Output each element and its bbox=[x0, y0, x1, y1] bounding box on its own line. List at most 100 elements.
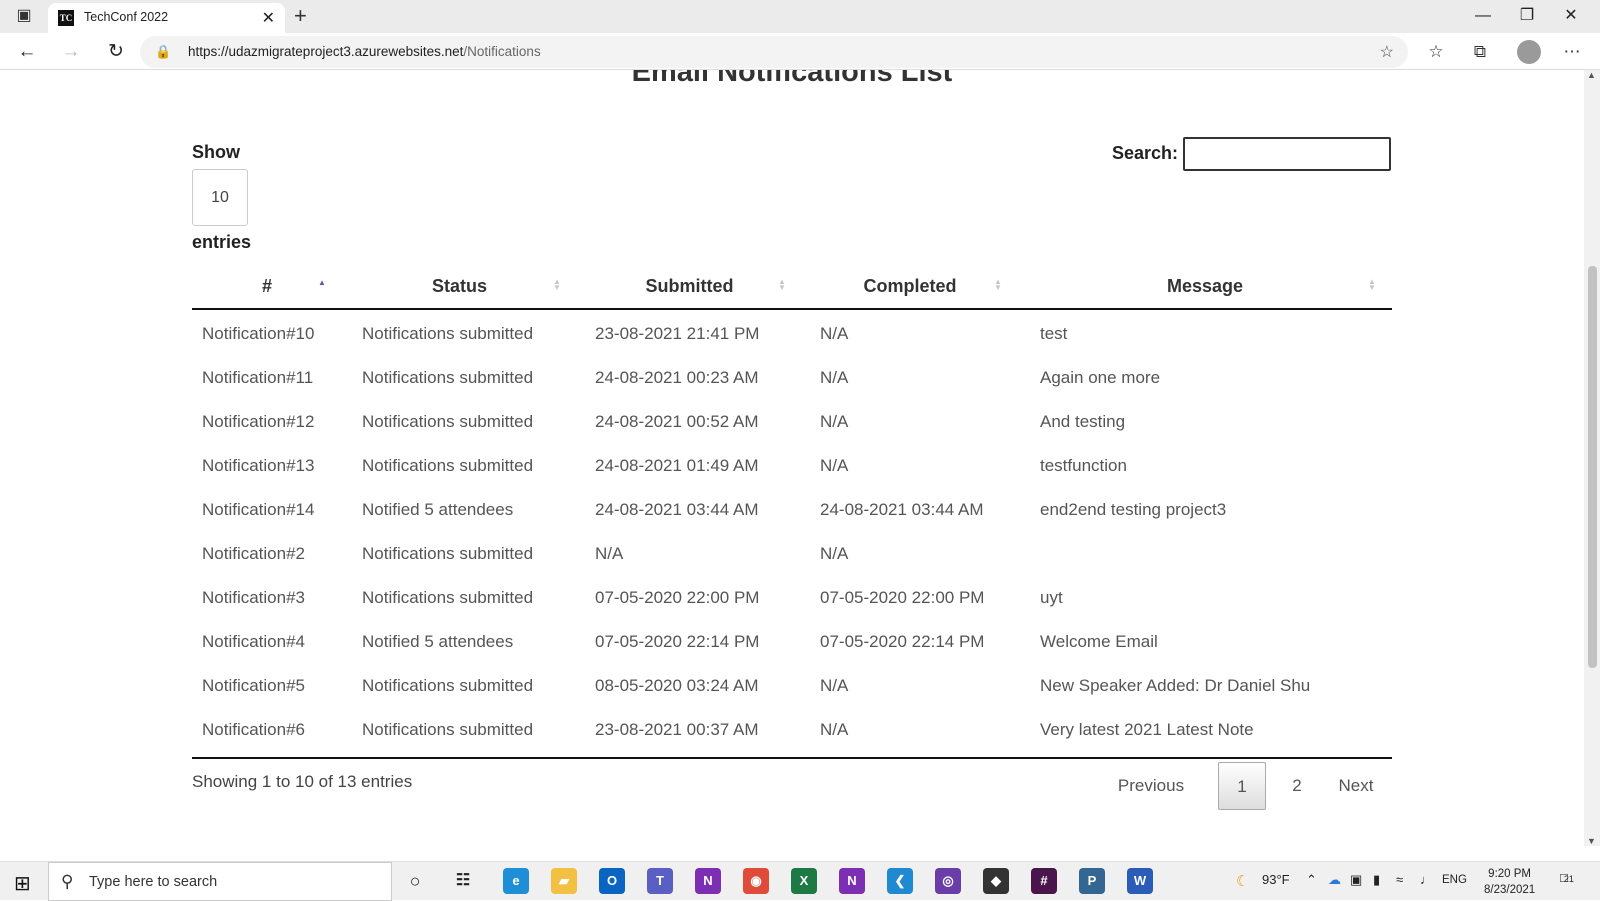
lock-icon[interactable]: 🔒 bbox=[155, 44, 171, 60]
browser-tab[interactable]: TC TechConf 2022 ✕ bbox=[48, 3, 285, 33]
page-title: Email Notifications List bbox=[631, 70, 953, 88]
table-row[interactable]: Notification#4 Notified 5 attendees 07-05-… bbox=[192, 620, 1392, 664]
minimize-icon[interactable]: — bbox=[1468, 5, 1498, 27]
column-header-submitted[interactable]: Submitted bbox=[577, 260, 802, 310]
more-menu-icon[interactable]: ⋯ bbox=[1558, 39, 1586, 65]
sort-arrows-icon[interactable]: ▲ ▼ bbox=[553, 278, 561, 292]
clock-date: 8/23/2021 bbox=[1484, 884, 1536, 896]
table-row[interactable]: Notification#11 Notifications submitted 24… bbox=[192, 356, 1392, 400]
onenote-icon[interactable]: N bbox=[695, 868, 721, 894]
teams-icon[interactable]: T bbox=[647, 868, 673, 894]
url-text[interactable]: https://udazmigrateproject3.azurewebsite… bbox=[188, 44, 541, 59]
sort-arrows-icon[interactable]: ▲ ▼ bbox=[1368, 278, 1376, 292]
profile-avatar[interactable] bbox=[1517, 40, 1541, 64]
page-2-button[interactable]: 2 bbox=[1282, 762, 1312, 810]
page-scrollbar[interactable]: ▲ ▼ bbox=[1584, 70, 1600, 846]
close-window-icon[interactable]: ✕ bbox=[1556, 5, 1586, 27]
cell-message: test bbox=[1040, 324, 1068, 343]
wifi-icon[interactable]: ≈ bbox=[1396, 872, 1403, 887]
cell-id: Notification#4 bbox=[202, 632, 306, 651]
volume-muted-icon[interactable]: ♩ bbox=[1420, 872, 1433, 887]
onenote-icon[interactable]: N bbox=[839, 868, 865, 894]
cell-message: Again one more bbox=[1040, 368, 1161, 387]
unity-icon[interactable]: ◆ bbox=[983, 868, 1009, 894]
refresh-icon[interactable]: ↻ bbox=[103, 39, 129, 65]
previous-button[interactable]: Previous bbox=[1110, 762, 1192, 810]
sort-arrows-icon[interactable]: ▲ bbox=[318, 279, 326, 287]
sort-arrows-icon[interactable]: ▲ ▼ bbox=[778, 278, 786, 292]
sort-arrows-icon[interactable]: ▲ ▼ bbox=[994, 278, 1002, 292]
cell-submitted: 24-08-2021 00:52 AM bbox=[595, 412, 759, 431]
column-header-completed[interactable]: Completed bbox=[802, 260, 1018, 310]
table-header: # ▲ Status ▲ ▼ Submitted ▲ ▼ Completed ▲ ▼ Message ▲… bbox=[192, 260, 1392, 310]
search-input[interactable] bbox=[1183, 137, 1391, 171]
table-row[interactable]: Notification#10 Notifications submitted 23… bbox=[192, 312, 1392, 356]
taskbar-search-placeholder: Type here to search bbox=[89, 874, 218, 890]
windows-start-icon[interactable]: ⊞ bbox=[14, 871, 31, 896]
file-explorer-icon[interactable]: ▰ bbox=[551, 868, 577, 894]
postgres-icon[interactable]: P bbox=[1079, 868, 1105, 894]
cell-submitted: 23-08-2021 21:41 PM bbox=[595, 324, 760, 343]
github-icon[interactable]: ◎ bbox=[935, 868, 961, 894]
task-view-icon[interactable]: ☷ bbox=[450, 868, 476, 894]
new-tab-icon[interactable]: + bbox=[294, 4, 307, 28]
restore-icon[interactable]: ❐ bbox=[1512, 5, 1542, 27]
scroll-thumb[interactable] bbox=[1588, 266, 1597, 668]
weather-temp[interactable]: 93°F bbox=[1262, 872, 1290, 887]
taskbar-clock[interactable]: 9:20 PM 8/23/2021 bbox=[1484, 866, 1535, 898]
cell-id: Notification#10 bbox=[202, 324, 315, 343]
excel-icon[interactable]: X bbox=[791, 868, 817, 894]
show-hidden-icons-icon[interactable]: ⌃ bbox=[1306, 872, 1317, 888]
table-row[interactable]: Notification#2 Notifications submitted N/A… bbox=[192, 532, 1392, 576]
back-icon[interactable]: ← bbox=[14, 39, 40, 65]
onedrive-icon[interactable]: ☁ bbox=[1328, 872, 1341, 888]
cell-completed: 07-05-2020 22:00 PM bbox=[820, 588, 985, 607]
cell-id: Notification#13 bbox=[202, 456, 315, 475]
table-info: Showing 1 to 10 of 13 entries bbox=[192, 772, 413, 791]
next-button[interactable]: Next bbox=[1328, 762, 1384, 810]
cell-message: New Speaker Added: Dr Daniel Shu bbox=[1040, 676, 1311, 695]
table-row[interactable]: Notification#13 Notifications submitted 24… bbox=[192, 444, 1392, 488]
language-indicator[interactable]: ENG bbox=[1442, 874, 1467, 886]
slack-icon[interactable]: # bbox=[1031, 868, 1057, 894]
notification-center-icon[interactable]: □21 bbox=[1560, 870, 1574, 885]
cortana-icon[interactable]: ○ bbox=[402, 868, 428, 894]
table-row[interactable]: Notification#6 Notifications submitted 23-… bbox=[192, 708, 1392, 752]
table-row[interactable]: Notification#5 Notifications submitted 08-… bbox=[192, 664, 1392, 708]
weather-icon[interactable]: ☾ bbox=[1236, 872, 1249, 890]
add-favorite-icon[interactable]: ☆ bbox=[1380, 42, 1394, 62]
cell-message: And testing bbox=[1040, 412, 1126, 431]
tab-close-icon[interactable]: ✕ bbox=[262, 8, 275, 28]
battery-icon[interactable]: ▮ bbox=[1373, 872, 1380, 888]
chrome-icon[interactable]: ◉ bbox=[743, 868, 769, 894]
page-1-button[interactable]: 1 bbox=[1218, 762, 1266, 810]
cell-submitted: 07-05-2020 22:14 PM bbox=[595, 632, 760, 651]
tab-actions-icon[interactable]: ▣ bbox=[12, 6, 36, 26]
taskbar-search[interactable]: ⚲ Type here to search bbox=[48, 862, 392, 901]
cell-status: Notifications submitted bbox=[362, 412, 534, 431]
table-row[interactable]: Notification#3 Notifications submitted 07-… bbox=[192, 576, 1392, 620]
cell-id: Notification#3 bbox=[202, 588, 306, 607]
entries-per-page-select[interactable]: 10 bbox=[192, 169, 248, 226]
scroll-down-icon[interactable]: ▼ bbox=[1587, 836, 1596, 846]
cell-id: Notification#6 bbox=[202, 720, 306, 739]
column-header-message[interactable]: Message bbox=[1018, 260, 1392, 310]
word-icon[interactable]: W bbox=[1127, 868, 1153, 894]
cell-completed: N/A bbox=[820, 720, 849, 739]
cell-submitted: 24-08-2021 00:23 AM bbox=[595, 368, 759, 387]
outlook-icon[interactable]: O bbox=[599, 868, 625, 894]
column-header-status[interactable]: Status bbox=[342, 260, 577, 310]
collections-icon[interactable]: ⧉ bbox=[1466, 39, 1494, 65]
table-row[interactable]: Notification#14 Notified 5 attendees 24-08… bbox=[192, 488, 1392, 532]
edge-icon[interactable]: e bbox=[503, 868, 529, 894]
forward-icon[interactable]: → bbox=[58, 39, 84, 65]
cell-status: Notifications submitted bbox=[362, 588, 534, 607]
url-bar[interactable]: 🔒 https://udazmigrateproject3.azurewebsi… bbox=[140, 36, 1408, 68]
meet-now-icon[interactable]: ▣ bbox=[1350, 872, 1362, 888]
vscode-icon[interactable]: ❮ bbox=[887, 868, 913, 894]
table-row[interactable]: Notification#12 Notifications submitted 24… bbox=[192, 400, 1392, 444]
scroll-up-icon[interactable]: ▲ bbox=[1587, 70, 1596, 80]
cell-completed: 24-08-2021 03:44 AM bbox=[820, 500, 984, 519]
favorites-icon[interactable]: ☆ bbox=[1422, 39, 1450, 65]
cell-submitted: 07-05-2020 22:00 PM bbox=[595, 588, 760, 607]
